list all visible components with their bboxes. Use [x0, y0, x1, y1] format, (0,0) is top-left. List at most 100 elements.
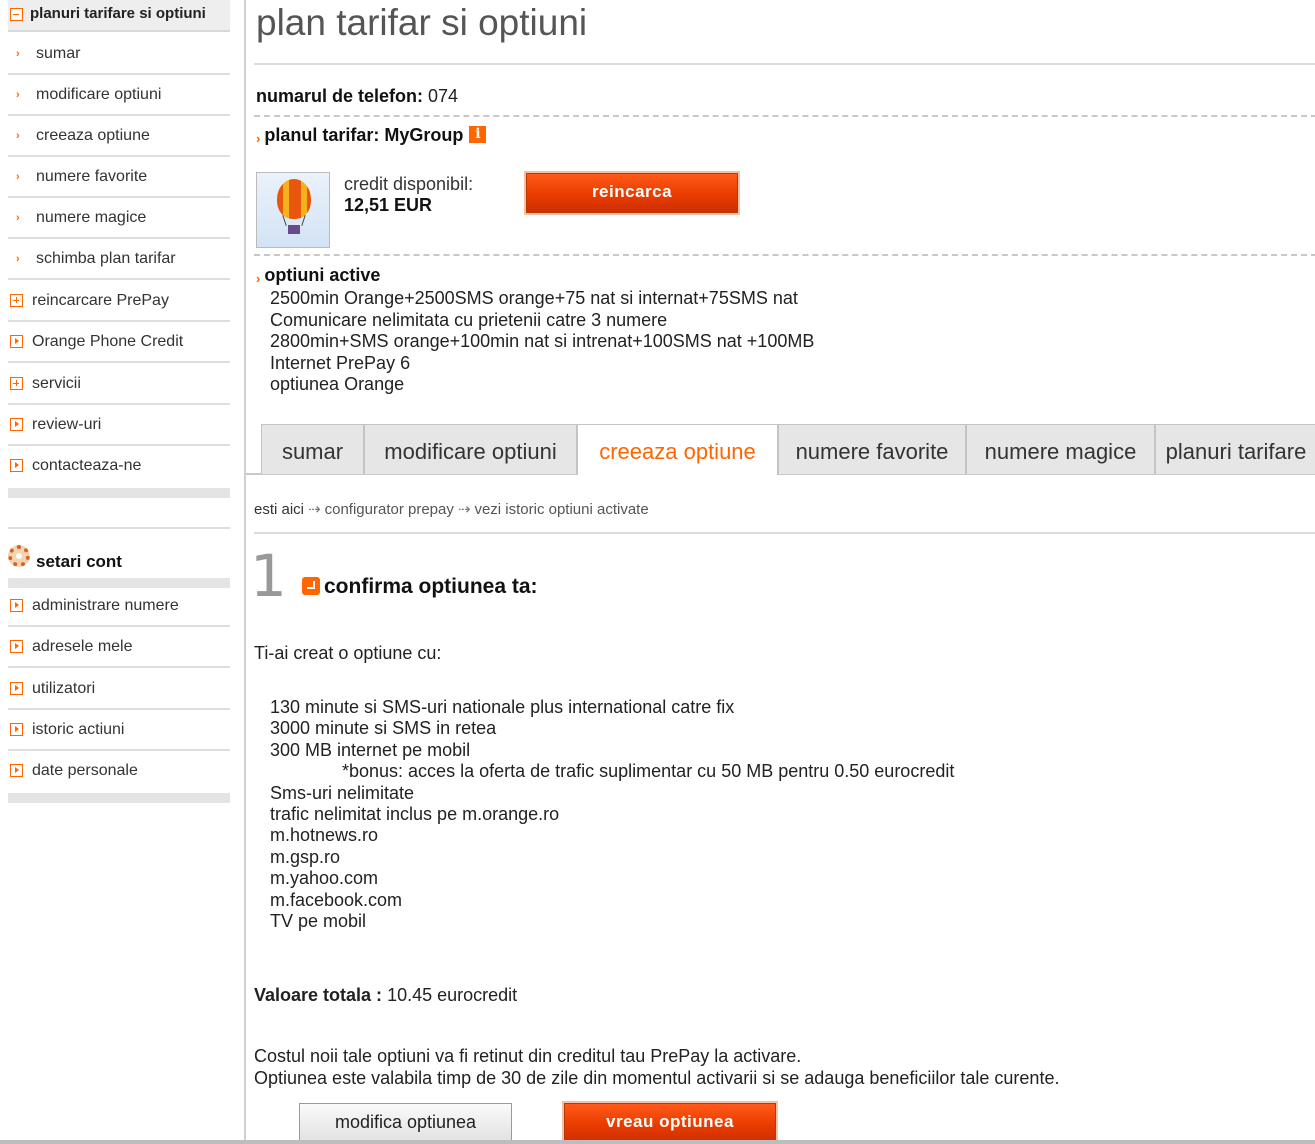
- collapse-icon[interactable]: [10, 8, 23, 21]
- sidebar-item-label[interactable]: servicii: [32, 375, 81, 393]
- bottom-border: [0, 1140, 1315, 1144]
- sidebar-section-account: setari cont: [8, 540, 230, 576]
- list-item: m.yahoo.com: [270, 868, 379, 889]
- list-item: 300 MB internet pe mobil: [270, 739, 471, 760]
- sidebar-item-label[interactable]: istoric actiuni: [32, 721, 124, 739]
- sidebar-item-schimba-plan-tarifar[interactable]: › schimba plan tarifar: [8, 239, 230, 280]
- tab-modificare-optiuni[interactable]: modificare optiuni: [364, 424, 577, 474]
- plan-row: › planul tarifar: MyGroup i: [256, 125, 487, 146]
- total-row: Valoare totala : 10.45 eurocredit: [254, 985, 517, 1006]
- sidebar-item-istoric-actiuni[interactable]: istoric actiuni: [8, 710, 230, 751]
- sidebar-item-label[interactable]: numere favorite: [36, 168, 147, 186]
- list-item: 3000 minute si SMS in retea: [270, 718, 497, 739]
- sidebar-item-creeaza-optiune[interactable]: › creeaza optiune: [8, 116, 230, 157]
- sidebar-item-contacteaza-ne[interactable]: contacteaza-ne: [8, 446, 230, 487]
- sidebar-item-label[interactable]: Orange Phone Credit: [32, 333, 183, 351]
- tab-numere-magice[interactable]: numere magice: [966, 424, 1155, 474]
- chevron-right-icon: ›: [16, 253, 20, 265]
- hot-air-balloon-icon: [256, 172, 330, 248]
- info-icon[interactable]: i: [469, 126, 487, 143]
- sidebar-item-label[interactable]: creeaza optiune: [36, 127, 150, 145]
- arrow-right-icon: ⇢: [308, 501, 321, 518]
- sidebar: planuri tarifare si optiuni › sumar › mo…: [0, 0, 238, 1144]
- list-item: Internet PrePay 6: [270, 352, 411, 373]
- sidebar-item-label[interactable]: contacteaza-ne: [32, 457, 141, 475]
- divider: [254, 115, 1315, 117]
- divider: [254, 532, 1315, 534]
- modify-option-button[interactable]: modifica optiunea: [299, 1103, 512, 1141]
- step-title: confirma optiunea ta:: [324, 575, 538, 598]
- list-item: optiunea Orange: [270, 374, 405, 394]
- divider: [254, 63, 1315, 65]
- sidebar-item-utilizatori[interactable]: utilizatori: [8, 669, 230, 710]
- list-item: TV pe mobil: [270, 911, 367, 932]
- plan-label: planul tarifar: MyGroup: [264, 125, 464, 145]
- sidebar-item-orange-phone-credit[interactable]: Orange Phone Credit: [8, 322, 230, 363]
- sidebar-item-modificare-optiuni[interactable]: › modificare optiuni: [8, 75, 230, 116]
- sidebar-item-label[interactable]: utilizatori: [32, 680, 95, 698]
- chevron-right-icon: ›: [256, 271, 261, 286]
- sidebar-item-label[interactable]: administrare numere: [32, 597, 179, 615]
- summary-intro: Ti-ai creat o optiune cu:: [254, 643, 442, 663]
- sidebar-item-numere-magice[interactable]: › numere magice: [8, 198, 230, 239]
- plus-box-icon: [10, 377, 23, 390]
- sidebar-section-plans[interactable]: planuri tarifare si optiuni: [8, 0, 230, 32]
- recharge-button[interactable]: reincarca: [526, 173, 738, 213]
- sidebar-item-label[interactable]: reincarcare PrePay: [32, 292, 169, 310]
- sidebar-item-label[interactable]: numere magice: [36, 209, 146, 227]
- total-label: Valoare totala :: [254, 985, 383, 1005]
- sidebar-item-review-uri[interactable]: review-uri: [8, 405, 230, 446]
- confirm-option-button[interactable]: vreau optiunea: [564, 1103, 776, 1143]
- tab-creeaza-optiune[interactable]: creeaza optiune: [577, 424, 778, 475]
- arrow-box-icon: [10, 599, 23, 612]
- sidebar-item-servicii[interactable]: servicii: [8, 364, 230, 405]
- note-line: Costul noii tale optiuni va fi retinut d…: [254, 1046, 802, 1066]
- chevron-right-icon: ›: [16, 171, 20, 183]
- chevron-right-icon: ›: [16, 89, 20, 101]
- breadcrumb-item[interactable]: configurator prepay: [325, 501, 454, 518]
- sidebar-item-label[interactable]: adresele mele: [32, 638, 133, 656]
- sidebar-item-adresele-mele[interactable]: adresele mele: [8, 627, 230, 668]
- sidebar-item-label[interactable]: schimba plan tarifar: [36, 250, 176, 268]
- chevron-right-icon: ›: [16, 130, 20, 142]
- sidebar-item-numere-favorite[interactable]: › numere favorite: [8, 157, 230, 198]
- arrow-box-icon: [10, 459, 23, 472]
- sidebar-item-label[interactable]: sumar: [36, 45, 80, 63]
- main-content: plan tarifar si optiuni numarul de telef…: [244, 0, 1315, 1144]
- list-item: 2500min Orange+2500SMS orange+75 nat si …: [270, 288, 798, 308]
- phone-number-row: numarul de telefon: 074: [256, 86, 458, 107]
- sidebar-divider: [8, 527, 230, 529]
- sidebar-item-reincarcare-prepay[interactable]: reincarcare PrePay: [8, 281, 230, 322]
- sidebar-divider: [8, 793, 230, 803]
- cost-note: Costul noii tale optiuni va fi retinut d…: [254, 1046, 1059, 1089]
- note-line: Optiunea este valabila timp de 30 de zil…: [254, 1067, 1060, 1088]
- arrow-right-icon: ⇢: [457, 501, 471, 518]
- sidebar-item-administrare-numere[interactable]: administrare numere: [8, 586, 230, 627]
- list-item: *bonus: acces la oferta de trafic suplim…: [342, 761, 955, 782]
- list-item: 130 minute si SMS-uri nationale plus int…: [270, 697, 735, 717]
- sidebar-item-label[interactable]: modificare optiuni: [36, 86, 161, 104]
- list-item: 2800min+SMS orange+100min nat si intrena…: [270, 331, 815, 351]
- arrow-box-icon: [10, 418, 23, 431]
- gear-icon: [8, 545, 30, 567]
- list-item: trafic nelimitat inclus pe m.orange.ro: [270, 804, 560, 825]
- sidebar-item-sumar[interactable]: › sumar: [8, 34, 230, 75]
- sidebar-item-label[interactable]: review-uri: [32, 416, 101, 434]
- sidebar-account-title: setari cont: [36, 552, 122, 571]
- tab-bar: sumar modificare optiuni creeaza optiune…: [246, 424, 1315, 475]
- active-options-label: optiuni active: [264, 265, 381, 285]
- list-item: Sms-uri nelimitate: [270, 782, 415, 803]
- sidebar-item-label[interactable]: date personale: [32, 762, 138, 780]
- tab-sumar[interactable]: sumar: [261, 424, 364, 474]
- list-item: m.hotnews.ro: [270, 825, 379, 846]
- credit-value: 12,51 EUR: [344, 195, 433, 215]
- sidebar-item-date-personale[interactable]: date personale: [8, 751, 230, 792]
- tab-planuri-tarifare[interactable]: planuri tarifare: [1155, 424, 1315, 474]
- total-value: 10.45 eurocredit: [387, 985, 518, 1005]
- tab-numere-favorite[interactable]: numere favorite: [778, 424, 966, 474]
- sidebar-divider: [8, 488, 230, 498]
- breadcrumb-item[interactable]: vezi istoric optiuni activate: [474, 501, 648, 518]
- list-item: m.gsp.ro: [270, 846, 341, 867]
- breadcrumb: esti aici ⇢ configurator prepay ⇢ vezi istor…: [254, 500, 649, 518]
- phone-label: numarul de telefon:: [256, 86, 424, 106]
